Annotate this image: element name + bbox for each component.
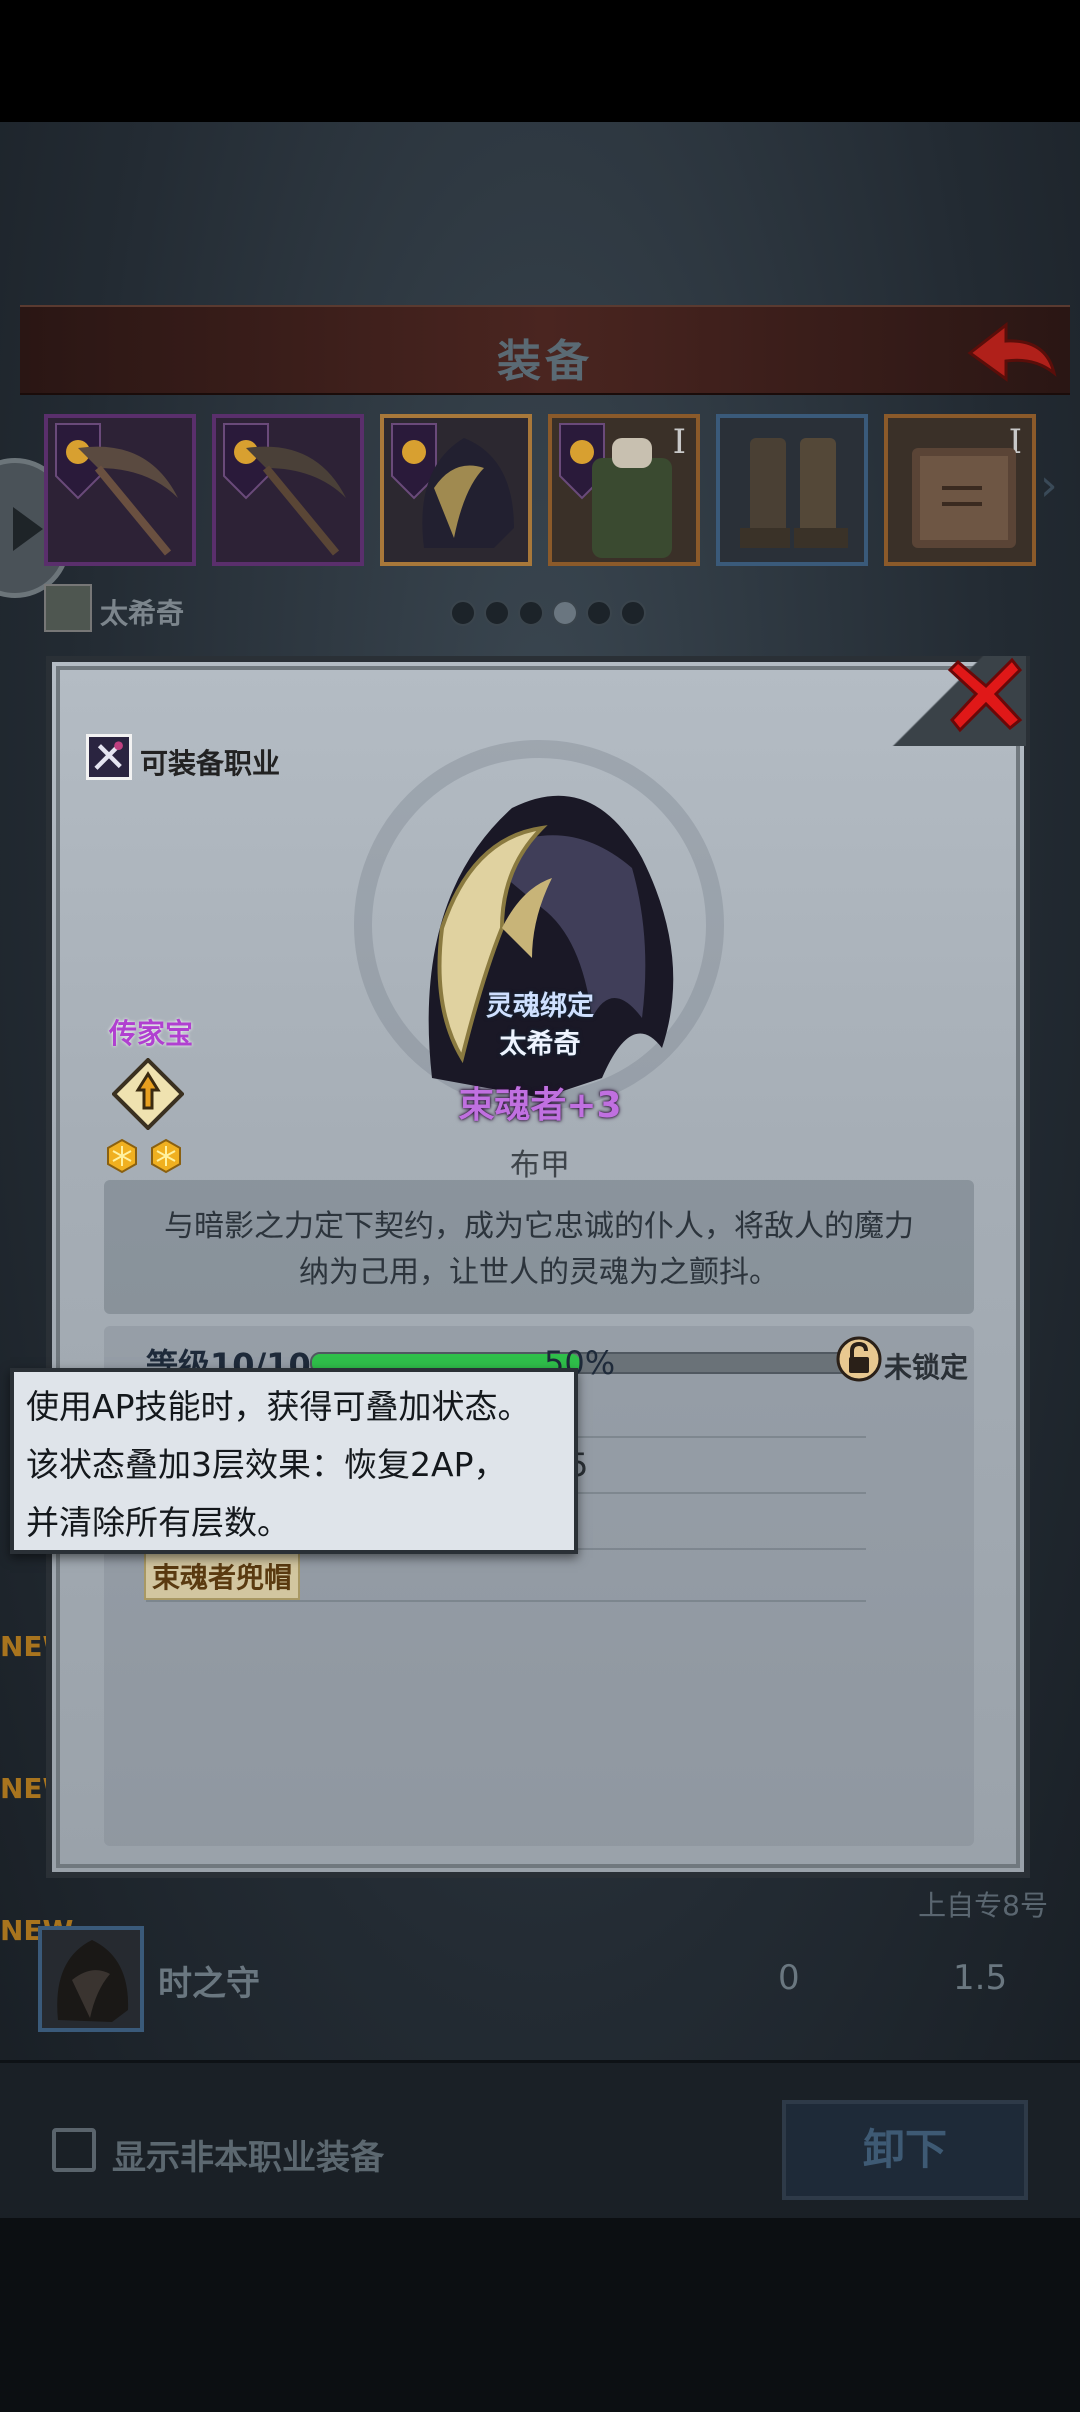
item-name: 时之守 (158, 1964, 260, 2004)
slot-scythe-1[interactable] (44, 414, 196, 566)
slot-boots[interactable] (716, 414, 868, 566)
hood-icon (38, 1926, 144, 2032)
scythe-icon (78, 446, 178, 556)
list-item[interactable]: 时之守 0 1.5 上自专8号 (28, 1889, 1068, 2056)
hood-icon (428, 795, 674, 1098)
show-other-class-checkbox[interactable] (52, 2128, 96, 2172)
tooltip-line: 该状态叠加3层效果：恢复2AP， (26, 1445, 507, 1484)
book-icon (912, 448, 1016, 548)
hood-icon (422, 438, 514, 548)
item-description: 与暗影之力定下契约，成为它忠诚的仆人，将敌人的魔力 纳为己用，让世人的灵魂为之颤… (104, 1204, 974, 1296)
boots-icon (740, 438, 848, 548)
character-name: 太希奇 (100, 597, 185, 630)
slot-scythe-2[interactable] (212, 414, 364, 566)
equipment-header: 装备 (20, 305, 1070, 395)
slot-book[interactable]: I (884, 414, 1036, 566)
close-icon[interactable] (946, 654, 1026, 734)
divider (146, 1600, 866, 1602)
status-bar (0, 0, 1080, 122)
nav-area (0, 2218, 1080, 2412)
item-stat: 1.5 (953, 1958, 1008, 1998)
page-dot[interactable] (484, 600, 510, 626)
equipment-slots: I I (44, 414, 1044, 570)
class-icon[interactable] (86, 734, 132, 780)
armor-icon (592, 438, 672, 558)
lock-status: 未锁定 (884, 1351, 969, 1384)
page-indicator (450, 600, 646, 626)
back-arrow-icon[interactable] (960, 317, 1060, 387)
chevron-right-icon[interactable]: › (1040, 460, 1058, 511)
arrow-right-icon (13, 507, 43, 551)
tooltip-line: 并清除所有层数。 (26, 1503, 290, 1542)
gem-icon (107, 1138, 137, 1174)
class-label: 可装备职业 (140, 747, 281, 780)
unequip-button[interactable]: 卸下 (782, 2100, 1028, 2200)
set-name-tag[interactable]: 束魂者兜帽 (144, 1552, 301, 1600)
gem-icon (151, 1138, 181, 1174)
rarity-label: 传家宝 (108, 1017, 193, 1050)
skill-tooltip: 使用AP技能时，获得可叠加状态。 该状态叠加3层效果：恢复2AP， 并清除所有层… (10, 1368, 578, 1554)
lock-icon[interactable] (836, 1336, 882, 1382)
rarity-badge-icon[interactable] (112, 1058, 184, 1130)
tooltip-line: 使用AP技能时，获得可叠加状态。 (26, 1387, 531, 1426)
checkbox-label: 显示非本职业装备 (112, 2138, 384, 2178)
page-dot[interactable] (450, 600, 476, 626)
description-line: 纳为己用，让世人的灵魂为之颤抖。 (299, 1255, 779, 1290)
slot-armor[interactable]: I (548, 414, 700, 566)
page-dot[interactable] (518, 600, 544, 626)
page-dot[interactable] (586, 600, 612, 626)
item-stat: 0 (778, 1958, 800, 1998)
avatar[interactable] (44, 584, 92, 632)
scythe-icon (246, 446, 346, 556)
description-line: 与暗影之力定下契约，成为它忠诚的仆人，将敌人的魔力 (164, 1209, 914, 1244)
page-dot-active[interactable] (552, 600, 578, 626)
item-owner: 上自专8号 (918, 1889, 1048, 1922)
page-dot[interactable] (620, 600, 646, 626)
page-title: 装备 (497, 336, 593, 387)
slot-hood[interactable] (380, 414, 532, 566)
